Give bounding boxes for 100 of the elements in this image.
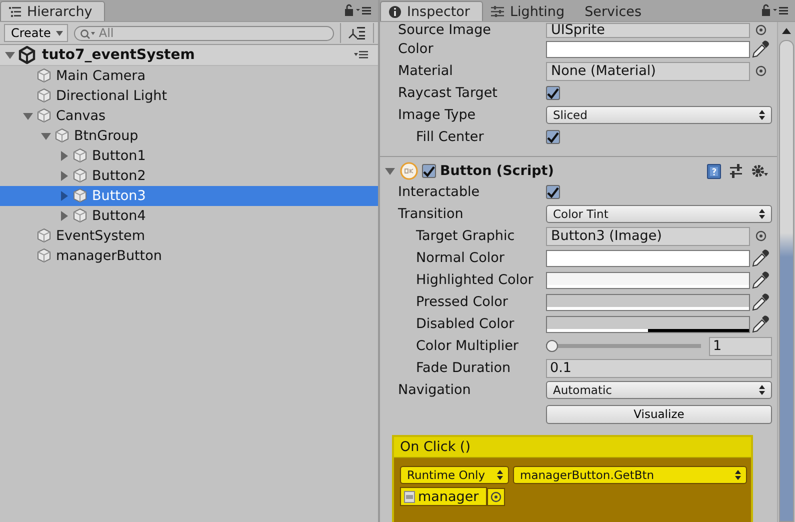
tree-item[interactable]: BtnGroup	[0, 126, 378, 146]
slider-thumb[interactable]	[546, 340, 558, 352]
eyedropper-icon[interactable]	[752, 40, 770, 58]
target-icon[interactable]	[755, 24, 767, 36]
preset-sliders-icon[interactable]	[729, 164, 743, 178]
target-icon[interactable]	[755, 65, 767, 77]
component-title: Button (Script)	[440, 163, 554, 179]
scene-name: tuto7_eventSystem	[42, 47, 195, 63]
lock-menu-icon[interactable]	[761, 4, 789, 16]
eyedropper-icon[interactable]	[752, 315, 770, 333]
property-label: Target Graphic	[415, 228, 516, 244]
visualize-button[interactable]: Visualize	[546, 404, 772, 424]
search-field[interactable]: All	[74, 26, 334, 40]
script-icon	[404, 490, 415, 502]
color-field[interactable]	[546, 294, 750, 310]
eyedropper-icon[interactable]	[752, 271, 770, 289]
caret-icon	[56, 30, 63, 36]
property-label: Highlighted Color	[415, 272, 534, 288]
tree-item[interactable]: EventSystem	[0, 226, 378, 246]
property-label: Material	[398, 63, 454, 79]
updown-icon	[759, 209, 765, 219]
tree-item[interactable]: Button4	[0, 206, 378, 226]
cube-icon	[72, 148, 88, 164]
tree-item[interactable]: Directional Light	[0, 86, 378, 106]
eyedropper-icon[interactable]	[752, 249, 770, 267]
checkmark-icon	[547, 186, 559, 198]
checkmark-icon	[423, 166, 435, 176]
list-icon	[9, 6, 21, 16]
foldout-arrow-icon[interactable]	[58, 210, 70, 222]
tree-item[interactable]: Button1	[0, 146, 378, 166]
cube-icon	[36, 228, 52, 244]
color-field[interactable]	[546, 316, 750, 332]
property-label: Fill Center	[415, 129, 485, 145]
property-label: Fade Duration	[415, 360, 512, 376]
updown-icon	[759, 110, 765, 120]
foldout-arrow-icon[interactable]	[22, 110, 34, 122]
scroll-up-icon[interactable]	[782, 28, 791, 34]
foldout-arrow-icon[interactable]	[4, 49, 16, 61]
color-field[interactable]	[546, 40, 750, 58]
cube-icon	[72, 168, 88, 184]
inspector-tab[interactable]: Inspector	[380, 1, 483, 21]
checkbox[interactable]	[546, 130, 560, 144]
tree-item[interactable]: Button2	[0, 166, 378, 186]
runtime-dropdown[interactable]: Runtime Only	[400, 466, 509, 484]
scrollbar[interactable]	[777, 22, 795, 522]
dropdown[interactable]: Color Tint	[546, 205, 772, 223]
sliders-icon	[490, 6, 504, 17]
gear-icon[interactable]	[751, 164, 769, 178]
dropdown[interactable]: Automatic	[546, 381, 772, 399]
property-label: Raycast Target	[398, 85, 498, 101]
cube-icon	[72, 208, 88, 224]
tree-item[interactable]: Button3	[0, 186, 378, 206]
checkmark-icon	[547, 88, 559, 98]
cube-icon	[36, 88, 52, 104]
property-label: Pressed Color	[415, 294, 509, 310]
foldout-arrow-icon[interactable]	[40, 130, 52, 142]
object-field[interactable]: UISprite	[546, 22, 750, 38]
target-icon[interactable]	[487, 488, 505, 506]
target-icon[interactable]	[755, 230, 767, 242]
cube-icon	[72, 188, 88, 204]
cube-icon	[36, 248, 52, 264]
tree-item[interactable]: Canvas	[0, 106, 378, 126]
cube-icon	[36, 68, 52, 84]
number-field[interactable]: 1	[709, 336, 772, 356]
tree-item[interactable]: Main Camera	[0, 66, 378, 86]
object-field[interactable]: None (Material)	[546, 62, 750, 80]
property-label: Navigation	[398, 382, 472, 398]
tree-item[interactable]: managerButton	[0, 246, 378, 266]
lock-menu-icon[interactable]	[344, 4, 372, 16]
cube-icon	[54, 128, 70, 144]
scroll-thumb[interactable]	[779, 40, 794, 522]
checkbox[interactable]	[422, 164, 436, 178]
hierarchy-sort-button[interactable]	[340, 23, 374, 43]
property-label: Normal Color	[415, 250, 506, 266]
function-dropdown[interactable]: managerButton.GetBtn	[513, 466, 747, 484]
checkmark-icon	[547, 132, 559, 142]
inspector-tab[interactable]: Services	[576, 2, 654, 21]
foldout-arrow-icon[interactable]	[384, 165, 396, 177]
text-field[interactable]: 0.1	[546, 358, 772, 378]
search-icon	[80, 28, 96, 38]
object-field[interactable]: manager	[400, 487, 487, 506]
inspector-tab[interactable]: Lighting	[482, 2, 577, 21]
color-field[interactable]	[546, 250, 750, 266]
menu-icon[interactable]	[354, 51, 368, 59]
checkbox[interactable]	[546, 86, 560, 100]
checkbox[interactable]	[546, 185, 560, 199]
updown-icon	[735, 470, 741, 480]
hierarchy-icon	[348, 26, 366, 40]
unity-logo-icon	[18, 46, 36, 64]
create-button[interactable]: Create	[4, 24, 68, 42]
object-field[interactable]: Button3 (Image)	[546, 226, 750, 246]
foldout-arrow-icon[interactable]	[58, 170, 70, 182]
eyedropper-icon[interactable]	[752, 293, 770, 311]
help-book-icon[interactable]	[707, 164, 721, 178]
hierarchy-tab[interactable]: Hierarchy	[0, 1, 106, 21]
foldout-arrow-icon[interactable]	[58, 150, 70, 162]
updown-icon	[497, 470, 503, 480]
color-field[interactable]	[546, 272, 750, 288]
dropdown[interactable]: Sliced	[546, 106, 772, 124]
property-label: Source Image	[398, 22, 492, 38]
